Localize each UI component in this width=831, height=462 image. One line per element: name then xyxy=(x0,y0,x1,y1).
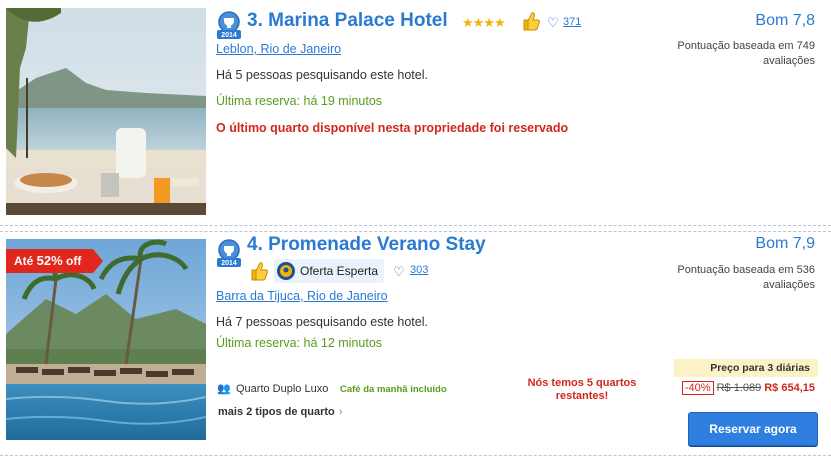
last-booking-text: Última reserva: há 12 minutos xyxy=(216,336,383,350)
hotel-card-2: Até 52% off 2014 4. Promenade Verano Sta… xyxy=(0,231,831,456)
hotel-location-link[interactable]: Leblon, Rio de Janeiro xyxy=(216,42,341,56)
award-badge-icon: 2014 xyxy=(217,11,241,39)
hotel-location-link[interactable]: Barra da Tijuca, Rio de Janeiro xyxy=(216,289,388,303)
rooms-left-alert: Nós temos 5 quartos restantes! xyxy=(527,377,637,402)
room-type[interactable]: Quarto Duplo Luxo xyxy=(236,383,328,395)
svg-text:2014: 2014 xyxy=(221,32,237,39)
last-booking-text: Última reserva: há 19 minutos xyxy=(216,94,383,108)
searching-text: Há 7 pessoas pesquisando este hotel. xyxy=(216,315,428,329)
hotel-title[interactable]: 4. Promenade Verano Stay xyxy=(247,234,486,256)
heart-icon[interactable]: ♡ xyxy=(393,264,405,280)
discount-badge: -40% xyxy=(681,381,714,395)
chevron-right-icon: › xyxy=(338,406,343,418)
smart-deal-icon xyxy=(277,262,295,280)
review-count-note: Pontuação baseada em 536 avaliações xyxy=(677,264,815,291)
favorites-count[interactable]: 371 xyxy=(563,16,581,28)
star-rating: ★★★★ xyxy=(462,15,506,30)
heart-icon[interactable]: ♡ xyxy=(547,15,559,31)
searching-text: Há 5 pessoas pesquisando este hotel. xyxy=(216,68,428,82)
smart-deal-badge[interactable]: Oferta Esperta xyxy=(274,259,385,283)
review-score[interactable]: Bom 7,8 xyxy=(755,12,815,30)
breakfast-included: Café da manhã incluído xyxy=(340,384,447,395)
review-score[interactable]: Bom 7,9 xyxy=(755,235,815,253)
award-badge-icon: 2014 xyxy=(217,239,241,267)
current-price: R$ 654,15 xyxy=(764,382,815,394)
thumbs-up-icon xyxy=(523,12,540,31)
hotel-photo[interactable] xyxy=(6,8,206,215)
book-now-button[interactable]: Reservar agora xyxy=(688,412,818,446)
discount-ribbon: Até 52% off xyxy=(6,249,104,273)
original-price: R$ 1.089 xyxy=(716,382,762,394)
favorites-count[interactable]: 303 xyxy=(410,264,428,276)
availability-alert: O último quarto disponível nesta proprie… xyxy=(216,121,569,135)
thumbs-up-icon xyxy=(251,262,268,281)
hotel-card-1: 2014 3. Marina Palace Hotel ★★★★ ♡ 371 L… xyxy=(0,0,831,226)
svg-text:2014: 2014 xyxy=(221,260,237,267)
more-room-types-link[interactable]: mais 2 tipos de quarto › xyxy=(218,406,342,418)
hotel-title[interactable]: 3. Marina Palace Hotel xyxy=(247,10,448,32)
people-icon: 👥 xyxy=(217,383,231,395)
smart-deal-label: Oferta Esperta xyxy=(300,264,379,278)
price-row: -40% R$ 1.089 R$ 654,15 xyxy=(681,381,815,395)
price-period-label: Preço para 3 diárias xyxy=(674,359,818,377)
review-count-note: Pontuação baseada em 749 avaliações xyxy=(677,40,815,67)
